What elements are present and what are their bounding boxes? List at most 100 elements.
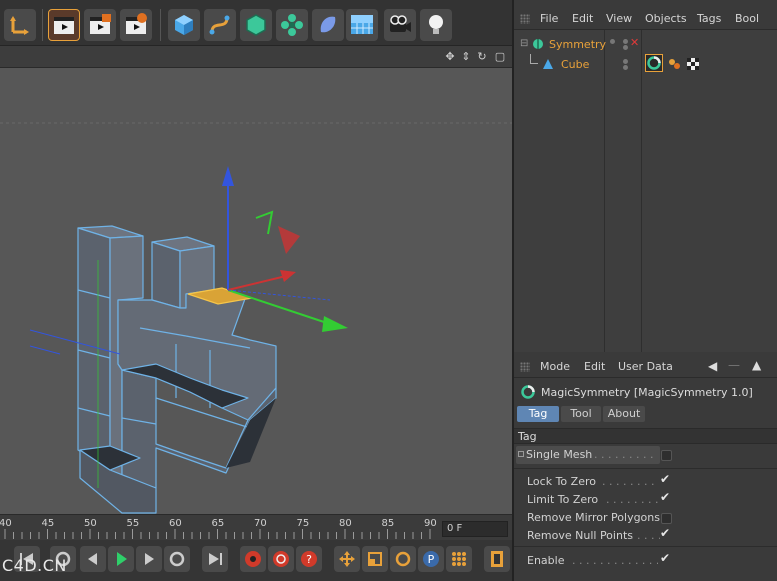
enable-dots: . . . . . . . . . . . . . . . . . [572,554,658,567]
tab-tool[interactable]: Tool [561,406,601,422]
rotate-view-icon[interactable]: ↻ [476,51,488,63]
scale-key-button[interactable] [362,546,388,572]
attribute-manager-menu: Mode Edit User Data ◀ — ▲ [514,356,777,378]
visibility-dots[interactable] [610,39,616,50]
section-header[interactable]: Tag [514,428,777,444]
floor-scene-icon [351,15,373,34]
panel-grip-icon[interactable] [520,14,530,24]
menu-view[interactable]: View [606,12,632,25]
menu-tags[interactable]: Tags [697,12,721,25]
magicsymmetry-tag-icon [521,385,535,399]
limit-to-zero-checkbox[interactable]: ✔ [660,490,670,504]
up-arrow-icon[interactable]: ▲ [752,358,761,372]
timeline-ruler[interactable]: 40 45 50 55 60 65 70 75 80 85 90 0 F [0,514,512,540]
loop-forward-icon [169,551,185,567]
cube-primitive-icon [175,15,193,35]
parameter-key-button[interactable]: P [418,546,444,572]
object-name-cube[interactable]: Cube [561,58,589,71]
go-to-end-icon [209,553,222,565]
disabled-x-icon[interactable]: ✕ [630,36,639,49]
record-button[interactable] [240,546,266,572]
forward-arrow-icon[interactable]: — [728,358,740,372]
camera-button[interactable] [384,9,416,41]
menu-edit[interactable]: Edit [584,360,605,373]
render-view-button[interactable] [48,9,80,41]
object-row-symmetry[interactable]: ⊟ Symmetry ✕ [514,34,777,54]
render-settings-button[interactable] [120,9,152,41]
current-frame-field[interactable]: 0 F [442,521,508,537]
svg-text:P: P [428,553,435,566]
parameter-p-icon: P [423,551,439,567]
remove-null-points-dots: . . . . . [630,529,660,542]
lock-to-zero-checkbox[interactable]: ✔ [660,472,670,486]
keyframe-selection-button[interactable]: ? [296,546,322,572]
next-frame-button[interactable] [136,546,162,572]
subdivision-surface-button[interactable] [240,9,272,41]
menu-file[interactable]: File [540,12,558,25]
timeline-tick-label: 90 [424,518,437,529]
point-grid-icon [452,552,466,566]
record-icon [245,551,261,567]
render-settings-icon [126,13,147,34]
menu-objects[interactable]: Objects [645,12,687,25]
phong-tag-icon[interactable] [667,57,681,71]
cloner-button[interactable] [276,9,308,41]
dolly-view-icon[interactable]: ⇕ [460,51,472,63]
subdivision-surface-icon [246,14,266,36]
keyframe-toggle-icon[interactable] [518,451,524,457]
remove-null-points-label: Remove Null Points [527,529,633,542]
lock-to-zero-label: Lock To Zero [527,475,596,488]
go-to-end-button[interactable] [202,546,228,572]
floor-scene-button[interactable] [346,9,378,41]
single-mesh-checkbox[interactable] [661,450,672,461]
object-row-cube[interactable]: Cube [514,54,777,74]
magicsymmetry-tag-icon[interactable] [645,54,663,72]
autokey-button[interactable] [268,546,294,572]
single-mesh-row[interactable]: Single Mesh . . . . . . . . . . . . [516,446,660,464]
remove-mirror-polygons-checkbox[interactable] [661,513,672,524]
tab-tag[interactable]: Tag [517,406,559,422]
timeline-tick-label: 70 [254,518,267,529]
menu-edit[interactable]: Edit [572,12,593,25]
render-picture-viewer-button[interactable] [84,9,116,41]
timeline-tick-label: 80 [339,518,352,529]
render-picture-viewer-icon [90,14,111,34]
rotation-key-button[interactable] [390,546,416,572]
enable-checkbox[interactable]: ✔ [660,551,670,565]
watermark-text: C4D.CN [2,556,67,575]
light-button[interactable] [420,9,452,41]
move-tool-button[interactable] [4,9,36,41]
light-icon [429,15,443,34]
object-name-symmetry[interactable]: Symmetry [549,38,606,51]
spline-button[interactable] [204,9,236,41]
collapse-icon[interactable]: ⊟ [520,38,528,49]
texture-tag-icon[interactable] [686,57,700,71]
3d-viewport[interactable] [0,68,512,514]
play-button[interactable] [108,546,134,572]
menu-mode[interactable]: Mode [540,360,570,373]
play-icon [117,552,127,566]
tab-about[interactable]: About [603,406,645,422]
position-key-button[interactable] [334,546,360,572]
single-mesh-dots: . . . . . . . . . . . . [594,448,658,461]
cube-mesh[interactable] [77,225,277,514]
timeline-tick-label: 75 [296,518,310,529]
back-arrow-icon[interactable]: ◀ [708,359,717,373]
deformer-button[interactable] [312,9,344,41]
menu-bool[interactable]: Bool [735,12,759,25]
point-level-animation-button[interactable] [446,546,472,572]
render-visibility-dots[interactable] [623,39,629,50]
timeline-window-button[interactable] [484,546,510,572]
loop-forward-button[interactable] [164,546,190,572]
remove-null-points-checkbox[interactable]: ✔ [660,526,670,540]
visibility-dots[interactable] [623,59,629,70]
pan-view-icon[interactable]: ✥ [444,51,456,63]
menu-user-data[interactable]: User Data [618,360,673,373]
panel-grip-icon[interactable] [520,362,530,372]
previous-frame-button[interactable] [80,546,106,572]
viewport-header: ✥ ⇕ ↻ ▢ [0,46,512,68]
cube-primitive-button[interactable] [168,9,200,41]
toggle-view-icon[interactable]: ▢ [494,51,506,63]
timeline-tick-label: 55 [126,518,140,529]
move-arrows-icon [339,551,355,567]
